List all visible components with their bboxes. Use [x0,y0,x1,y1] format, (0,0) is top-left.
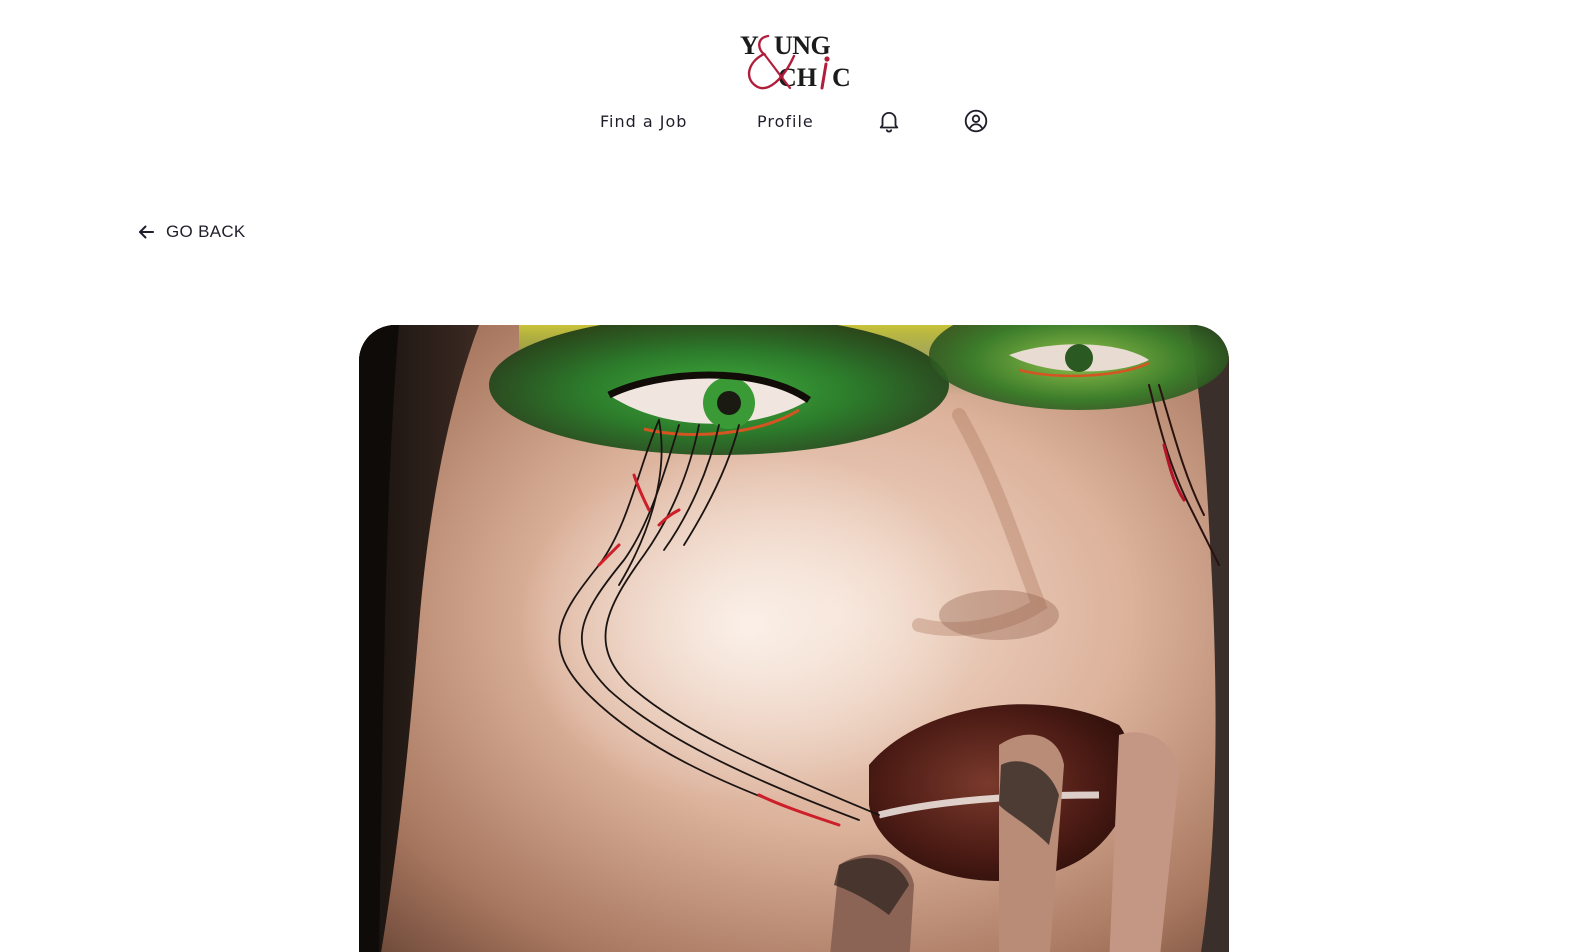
svg-text:CH: CH [778,63,817,92]
nav-profile[interactable]: Profile [757,112,814,131]
bell-icon[interactable] [876,108,902,134]
brand-logo[interactable]: Y UNG CH C [738,28,850,96]
arrow-left-icon [136,222,156,242]
main-nav: Find a Job Profile [0,104,1581,138]
svg-text:UNG: UNG [774,31,831,60]
go-back-button[interactable]: GO BACK [136,218,246,246]
user-circle-icon[interactable] [963,108,989,134]
site-header: Y UNG CH C Find a Job Profile [0,0,1581,160]
go-back-label: GO BACK [166,222,246,241]
svg-text:Y: Y [740,31,759,60]
hero-portrait-image [359,325,1229,952]
page: Y UNG CH C Find a Job Profile GO BACK [0,0,1581,952]
nav-find-job[interactable]: Find a Job [600,112,687,131]
svg-text:C: C [832,63,850,92]
